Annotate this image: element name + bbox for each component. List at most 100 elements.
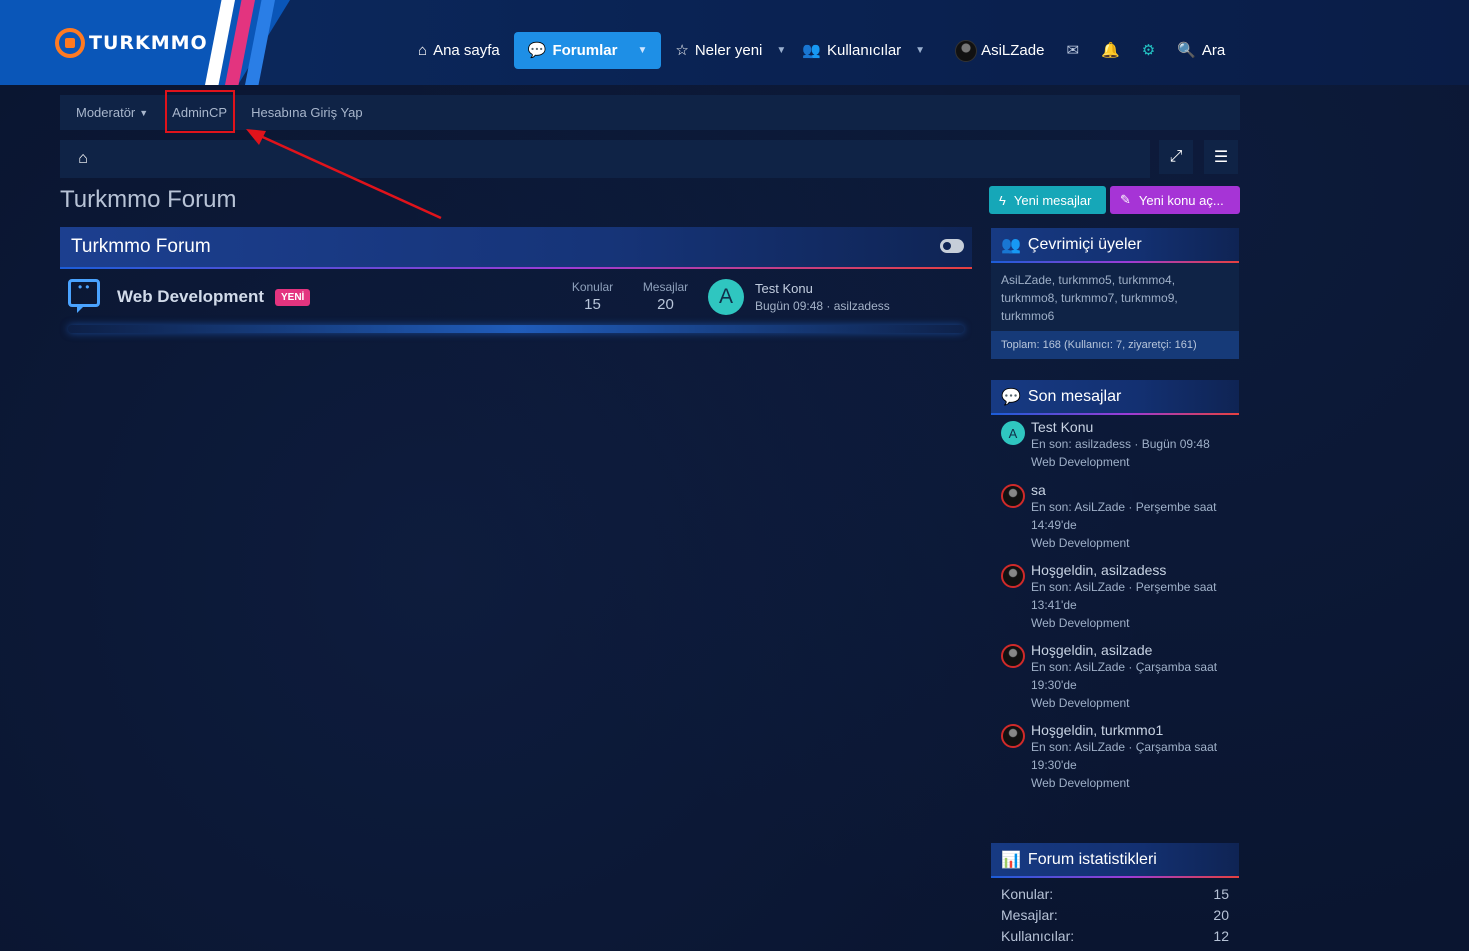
- threads-stat: Konular 15: [565, 280, 620, 313]
- threads-count: 15: [584, 296, 601, 313]
- user-account-link[interactable]: AsiLZade: [955, 39, 1044, 62]
- subnav-login-as-label: Hesabına Giriş Yap: [251, 105, 363, 120]
- annotation-highlight-box: [165, 90, 235, 133]
- recent-post-title[interactable]: sa: [1031, 482, 1239, 498]
- new-badge: YENİ: [275, 289, 311, 306]
- main-nav: ⌂ Ana sayfa 💬 Forumlar ▼ ☆ Neler yeni ▼ …: [410, 32, 1225, 69]
- online-list[interactable]: AsiLZade, turkmmo5, turkmmo4, turkmmo8, …: [991, 261, 1239, 331]
- avatar[interactable]: [1001, 564, 1025, 588]
- avatar[interactable]: [1001, 484, 1025, 508]
- avatar[interactable]: A: [1001, 421, 1025, 445]
- last-post-title[interactable]: Test Konu: [755, 281, 813, 296]
- nav-members-label: Kullanıcılar: [826, 42, 902, 59]
- user-tools: AsiLZade ✉ 🔔 ⚙: [955, 39, 1155, 62]
- online-members-widget: 👥 Çevrimiçi üyeler AsiLZade, turkmmo5, t…: [991, 228, 1239, 359]
- home-icon: ⌂: [78, 150, 88, 167]
- widget-header: 💬 Son mesajlar: [991, 380, 1239, 415]
- avatar: [955, 39, 978, 62]
- nav-whats-new-label: Neler yeni: [694, 42, 763, 59]
- envelope-icon[interactable]: ✉: [1066, 43, 1079, 58]
- recent-post-forum[interactable]: Web Development: [1031, 534, 1239, 552]
- forum-node: Web Development YENİ Konular 15 Mesajlar…: [60, 267, 972, 325]
- recent-title[interactable]: Son mesajlar: [1028, 388, 1121, 406]
- stats-value: 15: [1213, 886, 1229, 902]
- chevron-down-icon[interactable]: ▼: [915, 45, 925, 56]
- subnav-login-as[interactable]: Hesabına Giriş Yap: [239, 95, 375, 130]
- gear-icon[interactable]: ⚙: [1142, 43, 1155, 58]
- avatar[interactable]: A: [708, 279, 744, 315]
- last-post-meta: Bugün 09:48 · asilzadess: [755, 299, 890, 313]
- forum-category: Turkmmo Forum Web Development YENİ Konul…: [60, 227, 972, 333]
- stats-label: Konular:: [1001, 886, 1054, 902]
- recent-post-meta: En son: AsiLZade · Perşembe saat 14:49'd…: [1031, 500, 1217, 532]
- online-title[interactable]: Çevrimiçi üyeler: [1028, 236, 1142, 254]
- stats-label: Kullanıcılar:: [1001, 928, 1075, 944]
- forum-divider: [68, 325, 964, 333]
- stats-row: Mesajlar: 20: [1001, 905, 1229, 926]
- list-item: A Test Konu En son: asilzadess · Bugün 0…: [991, 419, 1239, 471]
- nav-search[interactable]: 🔍 Ara: [1177, 42, 1225, 59]
- recent-list: A Test Konu En son: asilzadess · Bugün 0…: [991, 419, 1239, 792]
- page-title: Turkmmo Forum: [60, 186, 237, 213]
- list-item: Hoşgeldin, turkmmo1 En son: AsiLZade · Ç…: [991, 722, 1239, 792]
- sub-nav: Moderatör ▼ AdminCP Hesabına Giriş Yap: [60, 95, 1240, 130]
- stats-value: 12: [1213, 928, 1229, 944]
- recent-post-forum[interactable]: Web Development: [1031, 774, 1239, 792]
- posts-stat: Mesajlar 20: [638, 280, 693, 313]
- stats-row: Konular: 15: [1001, 884, 1229, 905]
- recent-post-title[interactable]: Test Konu: [1031, 419, 1239, 435]
- header: TURKMMO ⌂ Ana sayfa 💬 Forumlar ▼ ☆ Neler…: [0, 0, 1469, 85]
- category-title: Turkmmo Forum: [71, 236, 211, 257]
- recent-post-title[interactable]: Hoşgeldin, asilzadess: [1031, 562, 1239, 578]
- widget-header: 👥 Çevrimiçi üyeler: [991, 228, 1239, 263]
- recent-post-forum[interactable]: Web Development: [1031, 453, 1239, 471]
- recent-posts-widget: 💬 Son mesajlar A Test Konu En son: asilz…: [991, 380, 1239, 792]
- nav-members[interactable]: 👥 Kullanıcılar ▼: [794, 32, 933, 69]
- nav-search-label: Ara: [1201, 42, 1226, 59]
- avatar[interactable]: [1001, 644, 1025, 668]
- recent-post-meta: En son: asilzadess · Bugün 09:48: [1031, 437, 1210, 451]
- new-thread-button[interactable]: ✎ Yeni konu aç...: [1110, 186, 1240, 214]
- nav-home-label: Ana sayfa: [433, 42, 500, 59]
- comments-icon: 💬: [527, 42, 547, 59]
- nav-forums[interactable]: 💬 Forumlar ▼: [513, 32, 662, 69]
- breadcrumb-home[interactable]: ⌂: [60, 140, 120, 178]
- subnav-moderator-label: Moderatör: [76, 105, 136, 120]
- posts-label: Mesajlar: [642, 280, 689, 294]
- logo-icon: [55, 28, 85, 58]
- nav-home[interactable]: ⌂ Ana sayfa: [410, 32, 508, 69]
- sliders-icon: ☰: [1213, 149, 1229, 166]
- settings-sliders-button[interactable]: ☰: [1204, 140, 1238, 174]
- users-icon: 👥: [1001, 236, 1021, 254]
- stats-label: Mesajlar:: [1001, 907, 1058, 923]
- star-icon: ☆: [675, 42, 689, 59]
- list-item: Hoşgeldin, asilzade En son: AsiLZade · Ç…: [991, 642, 1239, 712]
- list-item: sa En son: AsiLZade · Perşembe saat 14:4…: [991, 482, 1239, 552]
- chevron-down-icon[interactable]: ▼: [637, 45, 647, 56]
- forum-node-link[interactable]: Web Development: [117, 287, 264, 307]
- recent-post-title[interactable]: Hoşgeldin, turkmmo1: [1031, 722, 1239, 738]
- recent-post-meta: En son: AsiLZade · Perşembe saat 13:41'd…: [1031, 580, 1217, 612]
- expand-icon: ⤢: [1169, 148, 1183, 165]
- new-posts-button[interactable]: ϟ Yeni mesajlar: [989, 186, 1106, 214]
- subnav-moderator[interactable]: Moderatör ▼: [60, 95, 160, 130]
- edit-icon: ✎: [1120, 192, 1131, 207]
- avatar[interactable]: [1001, 724, 1025, 748]
- fullscreen-button[interactable]: ⤢: [1159, 140, 1193, 174]
- nav-whats-new[interactable]: ☆ Neler yeni ▼: [667, 32, 794, 69]
- stats-title: Forum istatistikleri: [1027, 850, 1157, 868]
- recent-post-forum[interactable]: Web Development: [1031, 694, 1239, 712]
- new-thread-label: Yeni konu aç...: [1138, 192, 1224, 208]
- caret-down-icon: ▼: [139, 107, 149, 118]
- recent-post-title[interactable]: Hoşgeldin, asilzade: [1031, 642, 1239, 658]
- stats-row: Kullanıcılar: 12: [1001, 926, 1229, 947]
- collapse-toggle[interactable]: [940, 239, 964, 253]
- bell-icon[interactable]: 🔔: [1101, 43, 1120, 58]
- category-header[interactable]: Turkmmo Forum: [60, 227, 972, 269]
- new-posts-label: Yeni mesajlar: [1013, 192, 1092, 208]
- list-item: Hoşgeldin, asilzadess En son: AsiLZade ·…: [991, 562, 1239, 632]
- site-logo[interactable]: TURKMMO: [55, 28, 208, 58]
- recent-post-forum[interactable]: Web Development: [1031, 614, 1239, 632]
- search-icon: 🔍: [1177, 42, 1196, 59]
- chevron-down-icon[interactable]: ▼: [776, 45, 786, 56]
